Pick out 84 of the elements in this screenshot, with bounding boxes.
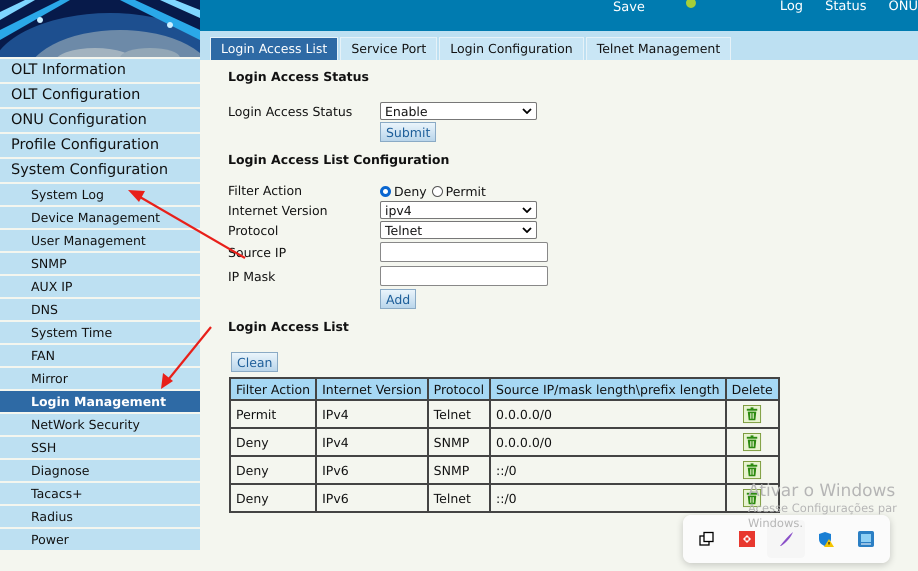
submit-button[interactable]: Add [380, 289, 416, 309]
field-label: IP Mask [228, 268, 276, 284]
delete-icon[interactable] [742, 432, 762, 452]
annotation-arrow [161, 326, 212, 389]
section-title: Login Access Status [228, 69, 369, 86]
clean-button[interactable]: Clean [231, 352, 278, 372]
delete-icon[interactable] [742, 404, 762, 424]
table-cell: Permit [230, 400, 316, 428]
table-cell: Deny [230, 428, 316, 456]
table-cell: IPv4 [316, 428, 428, 456]
menu-item[interactable]: System Configuration [0, 159, 200, 182]
submenu-item[interactable]: SSH [0, 437, 200, 458]
submenu-item[interactable]: Radius [0, 506, 200, 527]
table-cell: Telnet [428, 484, 490, 512]
submenu-item[interactable]: FAN [0, 345, 200, 366]
table-cell: Telnet [428, 400, 490, 428]
activation-text: Windows. [748, 516, 804, 531]
submenu-item[interactable]: System Log [0, 184, 200, 205]
submenu-item[interactable]: Mirror [0, 368, 200, 389]
tab[interactable]: Telnet Management [586, 37, 732, 60]
nav-link[interactable]: Status [825, 0, 867, 13]
submenu-item[interactable]: Device Management [0, 207, 200, 228]
table-cell: 0.0.0.0/0 [490, 400, 726, 428]
radio-button[interactable] [380, 186, 391, 197]
table-cell: ::/0 [490, 456, 726, 484]
radio-button[interactable] [432, 186, 443, 197]
field-label: Filter Action [228, 183, 304, 198]
column-header: Delete [726, 378, 779, 400]
tab[interactable]: Login Access List [210, 37, 338, 60]
tab[interactable]: Login Configuration [439, 37, 584, 60]
section-title: Login Access List Configuration [228, 152, 450, 169]
submenu-item[interactable]: Tacacs+ [0, 483, 200, 504]
tab[interactable]: Service Port [340, 37, 438, 60]
nav-link[interactable]: Log [780, 0, 804, 13]
shield-warning-icon[interactable] [818, 531, 834, 547]
field-label: Login Access Status [228, 104, 354, 118]
menu-item[interactable]: ONU Configuration [0, 109, 200, 132]
input-field[interactable] [380, 242, 548, 262]
status-light-icon [686, 0, 696, 11]
remote-app-icon[interactable] [738, 531, 755, 547]
submenu-item[interactable]: System Time [0, 322, 200, 343]
table-cell: Deny [230, 484, 316, 512]
column-header: Source IP/mask length\prefix length [490, 378, 726, 400]
column-header: Protocol [428, 378, 490, 400]
windows-icon[interactable] [698, 531, 715, 547]
menu-item[interactable]: OLT Information [0, 59, 200, 82]
table-cell: SNMP [428, 428, 490, 456]
table-cell: IPv6 [316, 484, 428, 512]
column-header: Filter Action [230, 378, 316, 400]
field-label: Protocol [228, 222, 280, 238]
section-title: Login Access List [228, 319, 349, 336]
save-link[interactable]: Save [613, 1, 645, 14]
input-field[interactable] [380, 266, 548, 286]
nav-link[interactable]: ONU [888, 0, 918, 13]
submenu-item[interactable]: NetWork Security [0, 414, 200, 435]
table-cell: Deny [230, 456, 316, 484]
submenu-item[interactable]: DNS [0, 299, 200, 320]
submenu-item[interactable]: Power [0, 529, 200, 550]
delete-icon[interactable] [742, 460, 762, 480]
table-cell: 0.0.0.0/0 [490, 428, 726, 456]
dropdown[interactable]: Enable [380, 102, 537, 120]
field-label: Internet Version [228, 202, 329, 218]
caret-icon [522, 227, 532, 233]
submenu-item[interactable]: Login Management [0, 391, 200, 412]
table-cell: SNMP [428, 456, 490, 484]
menu-item[interactable]: OLT Configuration [0, 84, 200, 107]
caret-icon [522, 108, 532, 114]
table-cell: ::/0 [490, 484, 726, 512]
caret-icon [522, 207, 532, 213]
dropdown[interactable]: ipv4 [380, 201, 537, 219]
submenu-item[interactable]: AUX IP [0, 276, 200, 297]
radio-label: Deny [394, 184, 427, 199]
network-app-icon[interactable] [858, 531, 874, 547]
menu-item[interactable]: Profile Configuration [0, 134, 200, 157]
feather-icon[interactable] [778, 531, 794, 547]
submenu-item[interactable]: Diagnose [0, 460, 200, 481]
radio-label: Permit [446, 184, 486, 199]
submit-button[interactable]: Submit [380, 122, 436, 142]
table-cell: IPv6 [316, 456, 428, 484]
column-header: Internet Version [316, 378, 428, 400]
dropdown[interactable]: Telnet [380, 221, 537, 239]
submenu-item[interactable]: User Management [0, 230, 200, 251]
table-cell: IPv4 [316, 400, 428, 428]
submenu-item[interactable]: SNMP [0, 253, 200, 274]
